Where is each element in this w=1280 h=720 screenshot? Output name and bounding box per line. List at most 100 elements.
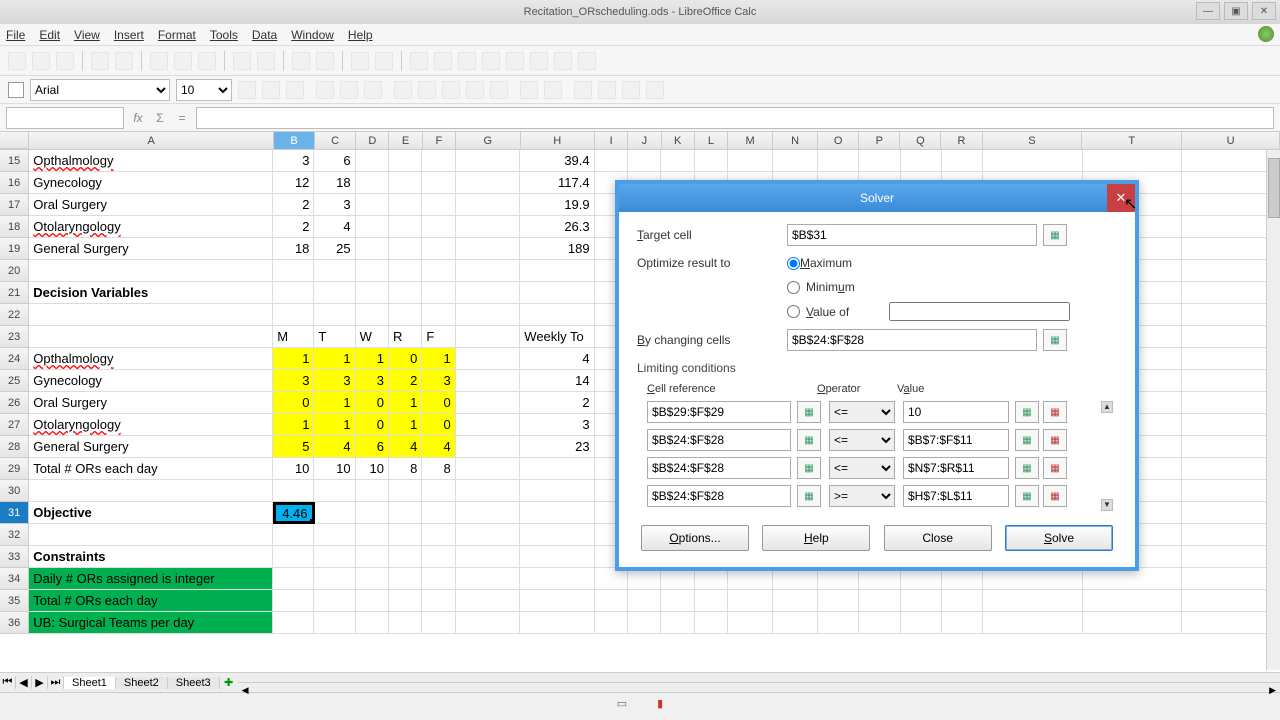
cell[interactable]	[456, 260, 521, 282]
cell[interactable]	[29, 480, 273, 502]
cell[interactable]	[314, 282, 355, 304]
cell[interactable]	[661, 568, 694, 590]
cell[interactable]	[29, 524, 273, 546]
cell[interactable]	[422, 568, 455, 590]
menu-file[interactable]: File	[6, 28, 25, 42]
cell[interactable]: W	[356, 326, 389, 348]
redo-icon[interactable]	[257, 52, 275, 70]
cond-ref-picker-icon[interactable]	[797, 457, 821, 479]
cell[interactable]	[901, 568, 942, 590]
gridlines-icon[interactable]	[646, 81, 664, 99]
cell[interactable]: 10	[356, 458, 389, 480]
cell[interactable]	[859, 590, 900, 612]
active-cell[interactable]: 4.46	[273, 502, 314, 524]
cell[interactable]: 1	[314, 348, 355, 370]
col-header-S[interactable]: S	[983, 132, 1083, 149]
cell[interactable]	[314, 546, 355, 568]
row-header[interactable]: 17	[0, 194, 29, 216]
cell[interactable]: 4	[389, 436, 422, 458]
cell[interactable]	[422, 150, 455, 172]
cell[interactable]	[389, 194, 422, 216]
row-header[interactable]: 23	[0, 326, 29, 348]
cell[interactable]	[314, 304, 355, 326]
cell[interactable]	[520, 304, 594, 326]
update-icon[interactable]	[1258, 26, 1274, 42]
cell[interactable]	[29, 326, 273, 348]
col-header-J[interactable]: J	[628, 132, 661, 149]
cell[interactable]: 6	[356, 436, 389, 458]
cell[interactable]	[520, 458, 594, 480]
cell[interactable]: 1	[422, 348, 455, 370]
cell[interactable]	[29, 260, 273, 282]
cell[interactable]	[422, 590, 455, 612]
cell[interactable]	[1083, 590, 1183, 612]
tab-first-icon[interactable]: ⏮	[0, 676, 16, 689]
cell[interactable]	[273, 590, 314, 612]
vertical-scrollbar[interactable]	[1266, 150, 1280, 670]
cell[interactable]	[773, 590, 818, 612]
cell[interactable]: Gynecology	[29, 172, 273, 194]
cell[interactable]	[773, 568, 818, 590]
cell[interactable]	[456, 546, 521, 568]
cond-ref-picker-icon[interactable]	[797, 401, 821, 423]
cell[interactable]	[456, 304, 521, 326]
cell[interactable]	[314, 568, 355, 590]
filter-icon[interactable]	[316, 52, 334, 70]
fill-handle[interactable]	[310, 519, 315, 524]
cell[interactable]: Oral Surgery	[29, 392, 273, 414]
sidebar-toggle-icon[interactable]	[8, 82, 24, 98]
cell[interactable]	[422, 238, 455, 260]
cell[interactable]: F	[422, 326, 455, 348]
row-header[interactable]: 18	[0, 216, 29, 238]
minimum-radio[interactable]	[787, 281, 800, 294]
col-header-O[interactable]: O	[818, 132, 859, 149]
indent-dec-icon[interactable]	[520, 81, 538, 99]
cell[interactable]	[356, 546, 389, 568]
cell[interactable]	[456, 238, 521, 260]
cond-val-input[interactable]	[903, 457, 1009, 479]
cell[interactable]	[356, 590, 389, 612]
cell[interactable]: 1	[273, 348, 314, 370]
cell[interactable]: 18	[273, 238, 314, 260]
cond-ref-input[interactable]	[647, 485, 791, 507]
cell[interactable]	[315, 502, 356, 524]
sheet-tab-3[interactable]: Sheet3	[168, 677, 220, 689]
align-right-icon[interactable]	[364, 81, 382, 99]
row-header[interactable]: 22	[0, 304, 29, 326]
cell[interactable]	[456, 458, 521, 480]
cell[interactable]	[595, 612, 628, 634]
cell[interactable]	[389, 304, 422, 326]
cell[interactable]: 19.9	[520, 194, 594, 216]
cell[interactable]	[356, 260, 389, 282]
cell[interactable]	[356, 524, 389, 546]
export-icon[interactable]	[91, 52, 109, 70]
cond-op-select[interactable]: <=	[829, 457, 895, 479]
cell[interactable]	[356, 238, 389, 260]
cell[interactable]	[901, 590, 942, 612]
cell[interactable]	[456, 172, 521, 194]
cond-op-select[interactable]: <=	[829, 429, 895, 451]
cell-reference-input[interactable]	[6, 107, 124, 129]
cell[interactable]	[456, 326, 521, 348]
cell[interactable]	[942, 590, 983, 612]
cell[interactable]	[356, 216, 389, 238]
new-icon[interactable]	[8, 52, 26, 70]
cell[interactable]: Total # ORs each day	[29, 458, 273, 480]
cell[interactable]	[389, 568, 422, 590]
cell[interactable]	[314, 480, 355, 502]
zoom-icon[interactable]	[482, 52, 500, 70]
menu-help[interactable]: Help	[348, 28, 373, 42]
cell[interactable]	[595, 150, 628, 172]
cell[interactable]	[661, 590, 694, 612]
cell[interactable]: 2	[273, 216, 314, 238]
cell[interactable]	[356, 568, 389, 590]
cell[interactable]	[1083, 568, 1183, 590]
cell[interactable]: 1	[314, 414, 355, 436]
cell[interactable]	[818, 568, 859, 590]
cell[interactable]	[661, 612, 694, 634]
border-icon[interactable]	[574, 81, 592, 99]
cell[interactable]	[389, 150, 422, 172]
cell[interactable]	[942, 150, 983, 172]
formula-input[interactable]	[196, 107, 1274, 129]
dialog-titlebar[interactable]: Solver ✕	[619, 184, 1135, 212]
